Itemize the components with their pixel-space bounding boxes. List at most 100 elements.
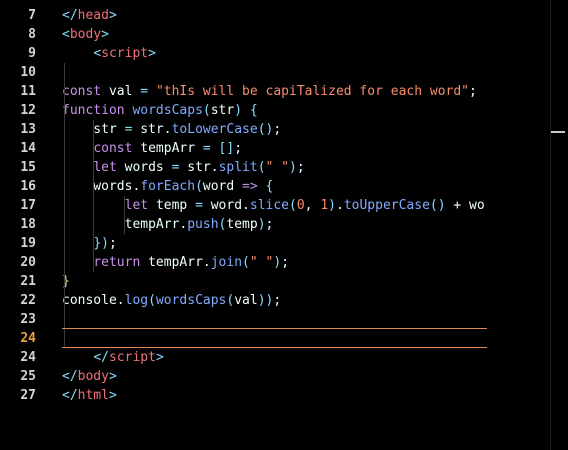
code-line[interactable]: function wordsCaps(str) { xyxy=(62,101,258,120)
code-line[interactable]: }); xyxy=(62,234,116,253)
line-number: 24 xyxy=(20,350,36,365)
code-token: ( xyxy=(195,179,203,194)
code-token: </ xyxy=(62,369,78,384)
code-token: ( xyxy=(257,160,266,175)
code-token: push xyxy=(187,217,219,232)
code-token: </ xyxy=(62,388,78,403)
code-token: body xyxy=(77,369,109,384)
code-line[interactable]: let words = str.split(" "); xyxy=(62,158,305,177)
code-token: str. xyxy=(140,122,172,137)
code-token: let xyxy=(93,160,125,175)
code-token: str xyxy=(210,103,235,118)
code-line[interactable]: console.log(wordsCaps(val)); xyxy=(62,291,281,310)
line-number: 18 xyxy=(20,217,36,232)
code-line[interactable]: </head> xyxy=(62,6,117,25)
code-line[interactable]: let temp = word.slice(0, 1).toUpperCase(… xyxy=(62,196,487,215)
code-token: words xyxy=(124,160,164,175)
line-number: 23 xyxy=(20,312,36,327)
code-line[interactable]: </script> xyxy=(62,348,164,367)
code-area[interactable]: </head> <body> <script> const val = "thIs … xyxy=(62,0,487,450)
code-token: ( xyxy=(148,293,156,308)
line-number: 19 xyxy=(20,236,36,251)
code-token: tempArr. xyxy=(148,255,211,270)
code-token: () xyxy=(429,198,446,213)
code-line[interactable]: </body> xyxy=(62,367,117,386)
vertical-scrollbar[interactable] xyxy=(550,0,568,450)
code-token: console. xyxy=(62,293,125,308)
code-token: { xyxy=(249,103,258,118)
code-token: 0 xyxy=(296,198,305,213)
code-token: temp xyxy=(155,198,188,213)
code-token: { xyxy=(265,179,274,194)
code-line[interactable]: <body> xyxy=(62,25,109,44)
line-number: 20 xyxy=(20,255,36,270)
code-token: " " xyxy=(249,255,274,270)
code-token: word xyxy=(202,179,235,194)
code-token: => xyxy=(234,179,266,194)
code-token: > xyxy=(155,350,164,365)
line-number: 14 xyxy=(20,141,36,156)
code-token: " " xyxy=(265,160,290,175)
code-editor[interactable]: 7 8 9 10 11 12 13 14 15 16 17 18 19 20 21 22 23 24 24 25 27 … xyxy=(0,0,568,450)
code-line[interactable]: const val = "thIs will be capiTalized fo… xyxy=(62,82,477,101)
code-token: </ xyxy=(93,350,109,365)
code-token: > xyxy=(108,369,117,384)
code-token: temp xyxy=(226,217,258,232)
code-token: = [] xyxy=(195,141,235,156)
code-token: }) xyxy=(93,236,109,251)
code-token: toLowerCase xyxy=(171,122,258,137)
scrollbar-position-marker[interactable] xyxy=(551,131,565,133)
code-token: ) xyxy=(289,160,297,175)
line-number: 7 xyxy=(28,8,36,23)
code-line[interactable]: <script> xyxy=(62,44,156,63)
code-token: = xyxy=(132,84,156,99)
code-line[interactable]: return tempArr.join(" "); xyxy=(62,253,289,272)
code-token: </ xyxy=(62,8,78,23)
code-token: ) xyxy=(257,217,266,232)
indent-guide xyxy=(124,196,125,234)
code-token: = xyxy=(124,122,141,137)
code-token: words. xyxy=(62,179,141,194)
line-number: 10 xyxy=(20,65,36,80)
code-token: script xyxy=(101,46,149,61)
line-number: 13 xyxy=(20,122,36,137)
line-number: 8 xyxy=(28,27,36,42)
indent-guide xyxy=(93,120,94,272)
code-token: tempArr xyxy=(140,141,196,156)
line-number: 25 xyxy=(20,369,36,384)
code-token: return xyxy=(93,255,149,270)
code-token: > xyxy=(101,27,109,42)
line-number: 11 xyxy=(20,84,36,99)
code-token: ) xyxy=(273,255,282,270)
code-token: ; xyxy=(234,141,243,156)
code-token: < xyxy=(93,46,102,61)
line-number: 22 xyxy=(20,293,36,308)
code-token: join xyxy=(210,255,243,270)
code-token: > xyxy=(148,46,156,61)
line-number: 15 xyxy=(20,160,36,175)
code-token: ; xyxy=(281,255,290,270)
code-token: < xyxy=(62,27,70,42)
code-line[interactable]: const tempArr = []; xyxy=(62,139,242,158)
code-token: let xyxy=(124,198,156,213)
code-token: ( xyxy=(202,103,211,118)
code-token: log xyxy=(124,293,149,308)
code-token: slice xyxy=(249,198,290,213)
code-token: word. xyxy=(210,198,250,213)
code-token: str. xyxy=(187,160,219,175)
code-token: toUpperCase xyxy=(343,198,430,213)
code-line[interactable]: str = str.toLowerCase(); xyxy=(62,120,281,139)
code-line[interactable]: </html> xyxy=(62,386,117,405)
code-token: ; xyxy=(469,84,477,99)
code-token: . xyxy=(335,198,344,213)
line-number: 27 xyxy=(20,388,36,403)
code-token: val xyxy=(234,293,258,308)
code-token: + word xyxy=(453,198,487,213)
code-token: ; xyxy=(296,160,305,175)
code-token: head xyxy=(77,8,109,23)
